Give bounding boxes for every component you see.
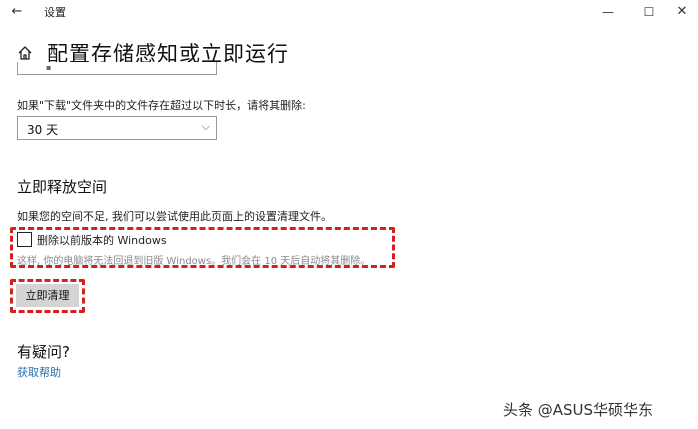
maximize-button[interactable]: ☐ xyxy=(637,2,661,22)
get-help-link[interactable]: 获取帮助 xyxy=(17,364,61,380)
previous-dropdown[interactable]: ▪ xyxy=(17,62,217,75)
back-arrow-icon[interactable]: ← xyxy=(8,3,26,21)
close-button[interactable]: ✕ xyxy=(670,2,694,22)
downloads-age-dropdown[interactable]: 30 天 ⌵ xyxy=(17,116,217,140)
delete-previous-windows-checkbox[interactable] xyxy=(17,232,32,247)
downloads-label: 如果"下载"文件夹中的文件存在超过以下时长，请将其删除: xyxy=(17,99,306,112)
checkbox-label: 删除以前版本的 Windows xyxy=(37,234,167,247)
dropdown-marker: ▪ xyxy=(46,63,52,72)
clean-now-button[interactable]: 立即清理 xyxy=(16,284,79,307)
home-icon[interactable] xyxy=(17,45,33,61)
chevron-down-icon: ⌵ xyxy=(201,120,210,133)
watermark: 头条 @ASUS华硕华东 xyxy=(503,401,654,419)
faq-title: 有疑问? xyxy=(17,343,70,361)
minimize-button[interactable]: — xyxy=(596,2,620,22)
dropdown-value: 30 天 xyxy=(27,123,59,137)
free-space-description: 如果您的空间不足, 我们可以尝试使用此页面上的设置清理文件。 xyxy=(17,210,332,223)
app-title: 设置 xyxy=(44,6,66,19)
title-bar: ← 设置 — ☐ ✕ xyxy=(0,0,698,24)
free-space-title: 立即释放空间 xyxy=(17,178,108,196)
rollback-info-text: 这样, 你的电脑将无法回退到旧版 Windows。我们会在 10 天后自动将其删… xyxy=(17,256,371,267)
